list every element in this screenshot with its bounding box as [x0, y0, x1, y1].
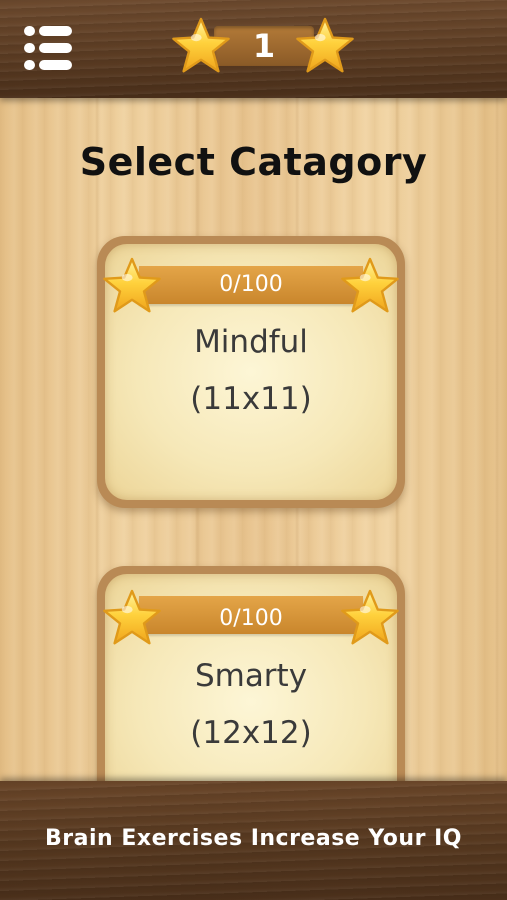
footer-tagline: Brain Exercises Increase Your IQ [45, 826, 462, 851]
category-progress: 0/100 [219, 606, 283, 631]
page-title: Select Catagory [79, 140, 428, 184]
category-name: Smarty [194, 658, 308, 694]
top-bar: 1 [0, 0, 507, 98]
menu-list-icon[interactable] [24, 26, 72, 72]
category-card-mindful[interactable]: 0/100 Mindful (11x11) [97, 236, 405, 508]
category-progress: 0/100 [219, 272, 283, 297]
star-count: 1 [252, 27, 276, 65]
category-grid-size: (12x12) [190, 715, 312, 751]
category-grid-size: (11x11) [190, 381, 312, 417]
category-name: Mindful [194, 324, 308, 360]
